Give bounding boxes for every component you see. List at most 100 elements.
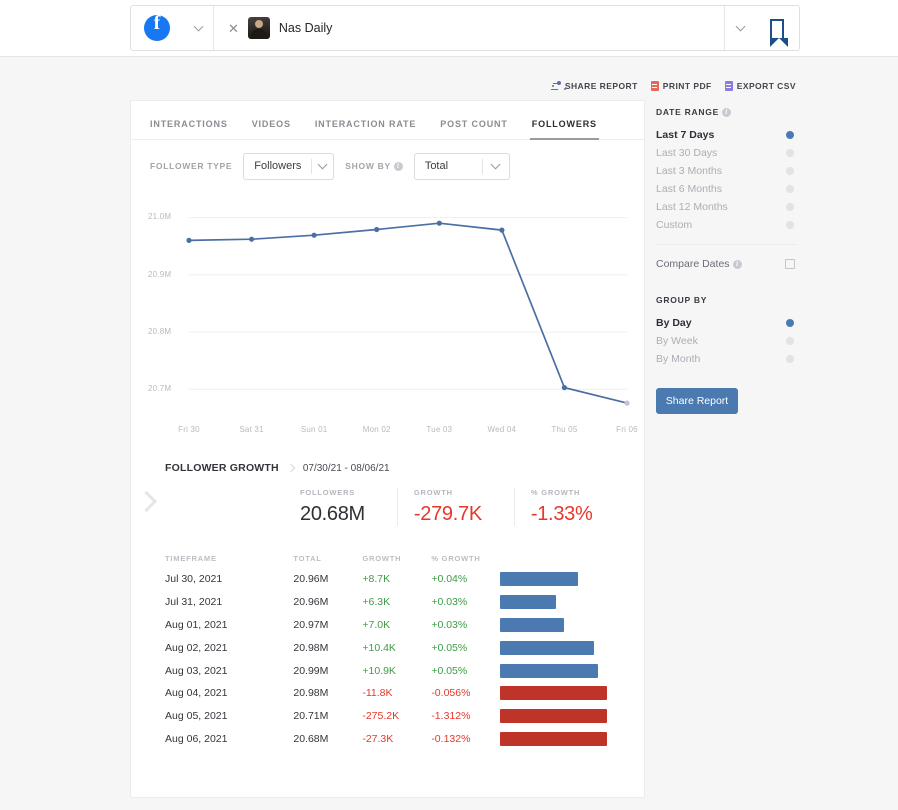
growth-summary: FOLLOWERS 20.68M GROWTH -279.7K % GROWTH… — [131, 474, 644, 540]
table-row: Jul 30, 2021 20.96M +8.7K +0.04% — [131, 568, 644, 591]
show-by-text: SHOW BY — [345, 160, 391, 171]
group-by-option-by-week[interactable]: By Week — [656, 332, 798, 350]
cell-growth: +6.3K — [362, 596, 391, 609]
date-range-option-last-30-days[interactable]: Last 30 Days — [656, 144, 798, 162]
cell-timeframe: Aug 05, 2021 — [165, 710, 228, 723]
tab-interactions[interactable]: INTERACTIONS — [150, 119, 228, 139]
share-report-action[interactable]: SHARE REPORT — [551, 81, 638, 91]
radio-icon[interactable] — [786, 149, 794, 158]
cell-total: 20.98M — [293, 687, 329, 700]
x-axis-tick: Wed 04 — [487, 425, 517, 434]
option-label: Last 7 Days — [656, 129, 715, 142]
cell-total: 20.96M — [293, 573, 329, 586]
growth-bar — [500, 731, 607, 746]
date-range-option-last-7-days[interactable]: Last 7 Days — [656, 126, 798, 144]
share-report-label: SHARE REPORT — [564, 81, 638, 91]
show-by-select[interactable]: Total — [413, 152, 510, 180]
date-range-option-last-3-months[interactable]: Last 3 Months — [656, 162, 798, 180]
info-icon[interactable]: i — [393, 162, 403, 172]
cell-total: 20.99M — [293, 664, 329, 677]
date-range-text: 07/30/21 - 08/06/21 — [302, 462, 390, 474]
export-csv-label: EXPORT CSV — [736, 81, 796, 91]
metric-tabs: INTERACTIONS VIDEOS INTERACTION RATE POS… — [131, 101, 644, 140]
share-icon — [551, 81, 561, 91]
close-icon[interactable]: ✕ — [228, 22, 239, 35]
profile-chip[interactable]: ✕ Nas Daily — [214, 6, 724, 50]
col-timeframe: TIMEFRAME — [165, 553, 217, 563]
date-range-title-text: DATE RANGE — [656, 107, 720, 117]
avatar — [247, 17, 270, 39]
compare-dates-row[interactable]: Compare Dates i — [656, 255, 798, 273]
table-header-row: TIMEFRAME TOTAL GROWTH % GROWTH — [131, 548, 644, 568]
tab-interaction-rate[interactable]: INTERACTION RATE — [315, 119, 416, 139]
platform-chevron-down-icon[interactable] — [183, 6, 213, 50]
group-by-option-by-month[interactable]: By Month — [656, 350, 798, 368]
option-label: Last 30 Days — [656, 147, 718, 160]
y-axis-tick: 20.8M — [148, 327, 172, 337]
date-range-option-last-6-months[interactable]: Last 6 Months — [656, 180, 798, 198]
facebook-logo — [131, 6, 183, 50]
cell-timeframe: Aug 06, 2021 — [165, 732, 228, 745]
growth-bar — [500, 572, 579, 587]
option-label: Last 6 Months — [656, 183, 722, 196]
section-title: FOLLOWER GROWTH — [165, 462, 279, 474]
tab-videos[interactable]: VIDEOS — [252, 119, 291, 139]
print-pdf-action[interactable]: PRINT PDF — [650, 81, 712, 91]
summary-label: % GROWTH — [530, 488, 581, 497]
compare-dates-checkbox[interactable] — [785, 259, 795, 270]
cell-pct-growth: -1.312% — [431, 710, 471, 723]
info-icon[interactable]: i — [722, 108, 732, 118]
cell-growth: -275.2K — [362, 710, 400, 723]
info-icon[interactable]: i — [732, 259, 742, 269]
follower-type-label: FOLLOWER TYPE — [150, 161, 233, 171]
radio-icon[interactable] — [786, 131, 794, 140]
y-axis-tick: 21.0M — [148, 212, 172, 222]
summary-value: -279.7K — [413, 503, 482, 525]
share-report-button[interactable]: Share Report — [656, 388, 738, 415]
bookmark-icon[interactable] — [755, 6, 799, 50]
growth-bar — [500, 663, 599, 678]
breadcrumb-chevron-icon — [286, 463, 296, 473]
cell-bar — [500, 663, 644, 678]
cell-total: 20.97M — [293, 618, 329, 631]
cell-timeframe: Jul 30, 2021 — [165, 573, 223, 586]
cell-timeframe: Aug 01, 2021 — [165, 618, 228, 631]
date-range-option-custom[interactable]: Custom — [656, 216, 798, 234]
group-by-option-by-day[interactable]: By Day — [656, 314, 798, 332]
radio-icon[interactable] — [786, 355, 794, 364]
radio-icon[interactable] — [786, 319, 794, 328]
chevron-down-icon[interactable] — [725, 6, 755, 50]
cell-bar — [500, 686, 644, 701]
summary-label: FOLLOWERS — [300, 488, 356, 497]
summary-growth: GROWTH -279.7K — [396, 488, 498, 526]
radio-icon[interactable] — [786, 167, 794, 176]
cell-pct-growth: +0.05% — [431, 664, 468, 677]
follower-type-select[interactable]: Followers — [243, 152, 335, 180]
date-range-option-last-12-months[interactable]: Last 12 Months — [656, 198, 798, 216]
radio-icon[interactable] — [786, 337, 794, 346]
tab-post-count[interactable]: POST COUNT — [440, 119, 508, 139]
col-growth: GROWTH — [362, 553, 402, 563]
tab-followers[interactable]: FOLLOWERS — [529, 119, 600, 140]
growth-bar — [500, 709, 607, 724]
radio-icon[interactable] — [786, 185, 794, 194]
export-csv-action[interactable]: EXPORT CSV — [724, 81, 796, 91]
radio-icon[interactable] — [786, 203, 794, 212]
main-report-card: INTERACTIONS VIDEOS INTERACTION RATE POS… — [130, 100, 645, 798]
cell-pct-growth: +0.04% — [431, 573, 468, 586]
cell-timeframe: Aug 04, 2021 — [165, 687, 228, 700]
x-axis-tick: Thu 05 — [551, 425, 578, 434]
profile-selector[interactable]: ✕ Nas Daily — [130, 5, 800, 51]
table-row: Aug 02, 2021 20.98M +10.4K +0.05% — [131, 636, 644, 659]
growth-bar — [500, 595, 557, 610]
follower-growth-header: FOLLOWER GROWTH 07/30/21 - 08/06/21 — [131, 454, 644, 474]
radio-icon[interactable] — [786, 221, 794, 230]
x-axis-tick: Tue 03 — [426, 425, 453, 434]
y-axis-tick: 20.9M — [148, 269, 172, 279]
chart-canvas — [186, 217, 630, 406]
cell-total: 20.68M — [293, 732, 329, 745]
show-by-value: Total — [424, 160, 449, 172]
summary-value: 20.68M — [300, 503, 365, 525]
expand-chevron-icon[interactable] — [135, 490, 158, 513]
summary-followers: FOLLOWERS 20.68M — [300, 488, 381, 526]
